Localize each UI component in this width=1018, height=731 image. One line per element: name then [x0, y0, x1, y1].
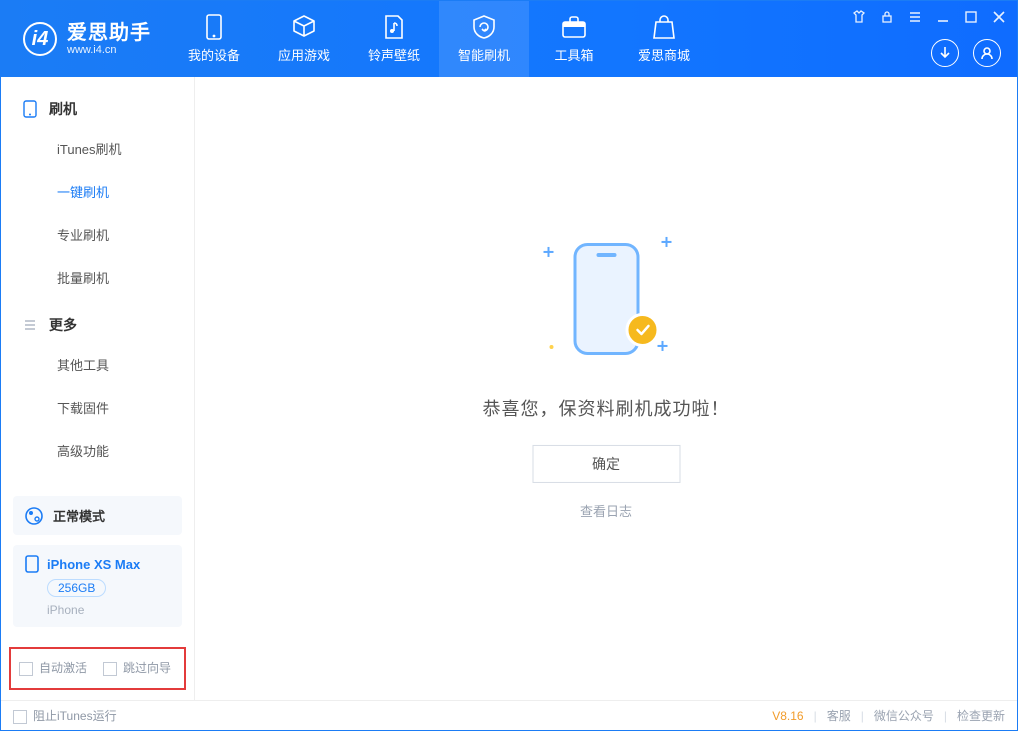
cube-icon: [291, 14, 317, 40]
separator: |: [861, 709, 864, 723]
success-illustration: [541, 228, 671, 368]
sparkle-icon: [661, 236, 671, 246]
device-panel[interactable]: iPhone XS Max 256GB iPhone: [13, 545, 182, 627]
check-update-link[interactable]: 检查更新: [957, 707, 1005, 724]
main-content: 恭喜您，保资料刷机成功啦！ 确定 查看日志: [195, 77, 1017, 700]
checkbox-icon: [19, 662, 33, 676]
user-button[interactable]: [973, 39, 1001, 67]
checkbox-label: 阻止iTunes运行: [33, 709, 117, 723]
nav-my-device[interactable]: 我的设备: [169, 1, 259, 77]
sparkle-icon: [657, 340, 667, 350]
app-subtitle: www.i4.cn: [67, 44, 151, 56]
mode-icon: [25, 507, 43, 525]
nav-label: 智能刷机: [458, 45, 510, 64]
mode-label: 正常模式: [53, 506, 105, 525]
version-label: V8.16: [772, 709, 803, 723]
close-icon[interactable]: [991, 9, 1007, 25]
music-file-icon: [381, 14, 407, 40]
separator: |: [814, 709, 817, 723]
header-actions: [931, 39, 1001, 67]
bag-icon: [651, 14, 677, 40]
device-type: iPhone: [47, 603, 170, 617]
sidebar-group-header: 刷机: [1, 91, 194, 127]
nav-label: 应用游戏: [278, 45, 330, 64]
lock-icon[interactable]: [879, 9, 895, 25]
status-bar: 阻止iTunes运行 V8.16 | 客服 | 微信公众号 | 检查更新: [1, 700, 1017, 730]
sidebar-item-other-tools[interactable]: 其他工具: [1, 343, 194, 386]
download-button[interactable]: [931, 39, 959, 67]
nav-toolbox[interactable]: 工具箱: [529, 1, 619, 77]
device-name-row: iPhone XS Max: [25, 555, 170, 573]
sidebar-group-header: 更多: [1, 307, 194, 343]
block-itunes-checkbox[interactable]: 阻止iTunes运行: [13, 707, 117, 724]
device-capacity: 256GB: [47, 579, 106, 597]
separator: |: [944, 709, 947, 723]
maximize-icon[interactable]: [963, 9, 979, 25]
sparkle-icon: [543, 246, 553, 256]
device-name: iPhone XS Max: [47, 557, 140, 572]
minimize-icon[interactable]: [935, 9, 951, 25]
device-mode-panel[interactable]: 正常模式: [13, 496, 182, 535]
nav-label: 铃声壁纸: [368, 45, 420, 64]
checkbox-icon: [13, 710, 27, 724]
refresh-shield-icon: [471, 14, 497, 40]
auto-activate-checkbox[interactable]: 自动激活: [19, 659, 87, 676]
sidebar-item-advanced[interactable]: 高级功能: [1, 429, 194, 472]
success-panel: 恭喜您，保资料刷机成功啦！ 确定 查看日志: [483, 228, 730, 519]
sidebar: 刷机 iTunes刷机 一键刷机 专业刷机 批量刷机 更多 其他工具 下载固件 …: [1, 77, 195, 700]
list-icon: [23, 318, 37, 332]
checkbox-icon: [103, 662, 117, 676]
sidebar-item-onekey-flash[interactable]: 一键刷机: [1, 170, 194, 213]
sidebar-group-more: 更多 其他工具 下载固件 高级功能: [1, 307, 194, 472]
app-body: 刷机 iTunes刷机 一键刷机 专业刷机 批量刷机 更多 其他工具 下载固件 …: [1, 77, 1017, 700]
app-header: i4 爱思助手 www.i4.cn 我的设备 应用游戏 铃声壁纸: [1, 1, 1017, 77]
checkbox-label: 跳过向导: [123, 661, 171, 675]
nav-flash[interactable]: 智能刷机: [439, 1, 529, 77]
sidebar-item-itunes-flash[interactable]: iTunes刷机: [1, 127, 194, 170]
sidebar-item-pro-flash[interactable]: 专业刷机: [1, 213, 194, 256]
sidebar-item-batch-flash[interactable]: 批量刷机: [1, 256, 194, 299]
view-log-link[interactable]: 查看日志: [580, 500, 632, 519]
sidebar-group-flash: 刷机 iTunes刷机 一键刷机 专业刷机 批量刷机: [1, 91, 194, 299]
nav-shop[interactable]: 爱思商城: [619, 1, 709, 77]
dot-icon: [549, 344, 553, 348]
tshirt-icon[interactable]: [851, 9, 867, 25]
skip-guide-checkbox[interactable]: 跳过向导: [103, 659, 171, 676]
kefu-link[interactable]: 客服: [827, 707, 851, 724]
sidebar-group-title: 刷机: [49, 99, 77, 119]
nav-label: 爱思商城: [638, 45, 690, 64]
logo: i4 爱思助手 www.i4.cn: [1, 1, 169, 77]
sidebar-group-title: 更多: [49, 315, 77, 335]
status-right: V8.16 | 客服 | 微信公众号 | 检查更新: [772, 707, 1005, 724]
device-icon: [201, 14, 227, 40]
nav-apps[interactable]: 应用游戏: [259, 1, 349, 77]
toolbox-icon: [561, 14, 587, 40]
status-left: 阻止iTunes运行: [13, 707, 772, 724]
logo-text: 爱思助手 www.i4.cn: [67, 22, 151, 56]
window-controls: [851, 9, 1007, 25]
device-icon: [25, 555, 39, 573]
nav-label: 工具箱: [554, 45, 593, 64]
success-message: 恭喜您，保资料刷机成功啦！: [483, 394, 730, 420]
success-check-icon: [625, 312, 659, 346]
top-nav: 我的设备 应用游戏 铃声壁纸 智能刷机 工具箱: [169, 1, 709, 77]
wechat-link[interactable]: 微信公众号: [874, 707, 934, 724]
phone-icon: [23, 100, 37, 118]
logo-icon: i4: [23, 22, 57, 56]
nav-label: 我的设备: [188, 45, 240, 64]
nav-ringtones[interactable]: 铃声壁纸: [349, 1, 439, 77]
sidebar-groups: 刷机 iTunes刷机 一键刷机 专业刷机 批量刷机 更多 其他工具 下载固件 …: [1, 77, 194, 488]
checkbox-label: 自动激活: [39, 661, 87, 675]
confirm-button[interactable]: 确定: [532, 444, 680, 482]
sidebar-bottom-highlight: 自动激活 跳过向导: [9, 647, 186, 690]
sidebar-item-download-firmware[interactable]: 下载固件: [1, 386, 194, 429]
menu-icon[interactable]: [907, 9, 923, 25]
app-title: 爱思助手: [67, 22, 151, 44]
